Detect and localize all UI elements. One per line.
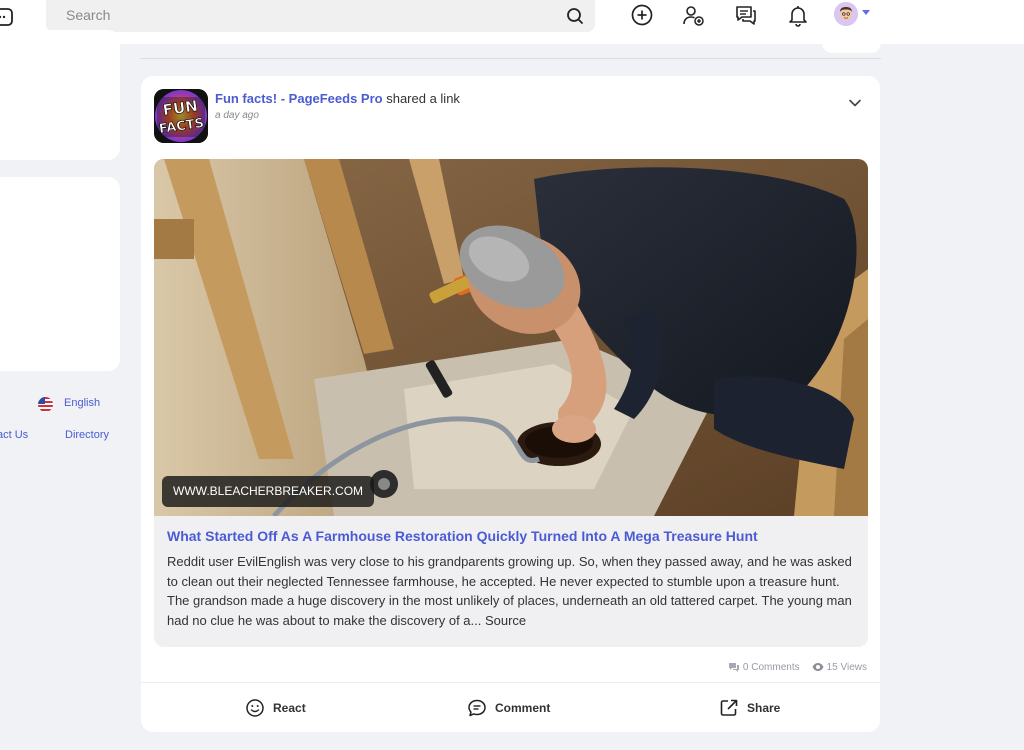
chevron-down-icon[interactable] [848,96,862,110]
top-bar: Search [0,0,1024,44]
user-avatar[interactable] [834,2,858,26]
views-count: 15 Views [812,661,867,673]
sidebar-card [0,30,120,160]
us-flag-icon [38,397,53,412]
link-description: Reddit user EvilEnglish was very close t… [167,554,852,628]
search-bar[interactable]: Search [46,0,595,32]
contact-us-link[interactable]: act Us [0,429,28,441]
app-menu-icon[interactable] [0,6,14,28]
views-count-label: 15 Views [826,661,867,673]
post-stats: 0 Comments 15 Views [728,661,867,673]
search-input[interactable]: Search [66,7,110,23]
author-link[interactable]: Fun facts! - PageFeeds Pro [215,91,383,106]
language-selector[interactable]: English [64,397,100,409]
comments-icon [728,663,739,672]
link-title[interactable]: What Started Off As A Farmhouse Restorat… [167,528,857,544]
post-action-text: shared a link [386,91,460,106]
notifications-icon[interactable] [786,3,810,27]
messages-icon[interactable] [734,3,758,27]
add-friend-icon[interactable] [681,3,705,27]
page-avatar[interactable]: FUN FACTS [154,89,208,143]
post-header: Fun facts! - PageFeeds Pro shared a link [215,91,460,106]
comment-label: Comment [495,701,551,715]
smile-icon [246,699,264,717]
share-label: Share [747,701,781,715]
eye-icon [812,663,824,671]
comment-button[interactable]: Comment [467,696,550,720]
comments-count[interactable]: 0 Comments [728,661,800,673]
share-button[interactable]: Share [719,696,780,720]
feed-header-button[interactable] [822,40,881,53]
share-icon [720,699,738,716]
sidebar-card [0,177,120,371]
react-label: React [273,701,306,715]
feed-header [140,44,881,59]
divider [141,682,880,683]
search-icon[interactable] [565,6,585,26]
comments-count-label: 0 Comments [742,661,800,673]
react-button[interactable]: React [245,696,306,720]
post-timestamp[interactable]: a day ago [215,110,259,121]
link-preview-image[interactable]: WWW.BLEACHERBREAKER.COM [154,159,868,516]
link-preview[interactable]: WWW.BLEACHERBREAKER.COM What Started Off… [154,159,868,647]
post-card: FUN FACTS Fun facts! - PageFeeds Pro sha… [141,76,880,732]
comment-icon [468,699,486,717]
account-dropdown-caret-icon[interactable] [862,10,870,15]
directory-link[interactable]: Directory [65,429,109,441]
create-icon[interactable] [630,3,654,27]
link-domain-badge: WWW.BLEACHERBREAKER.COM [162,476,375,507]
